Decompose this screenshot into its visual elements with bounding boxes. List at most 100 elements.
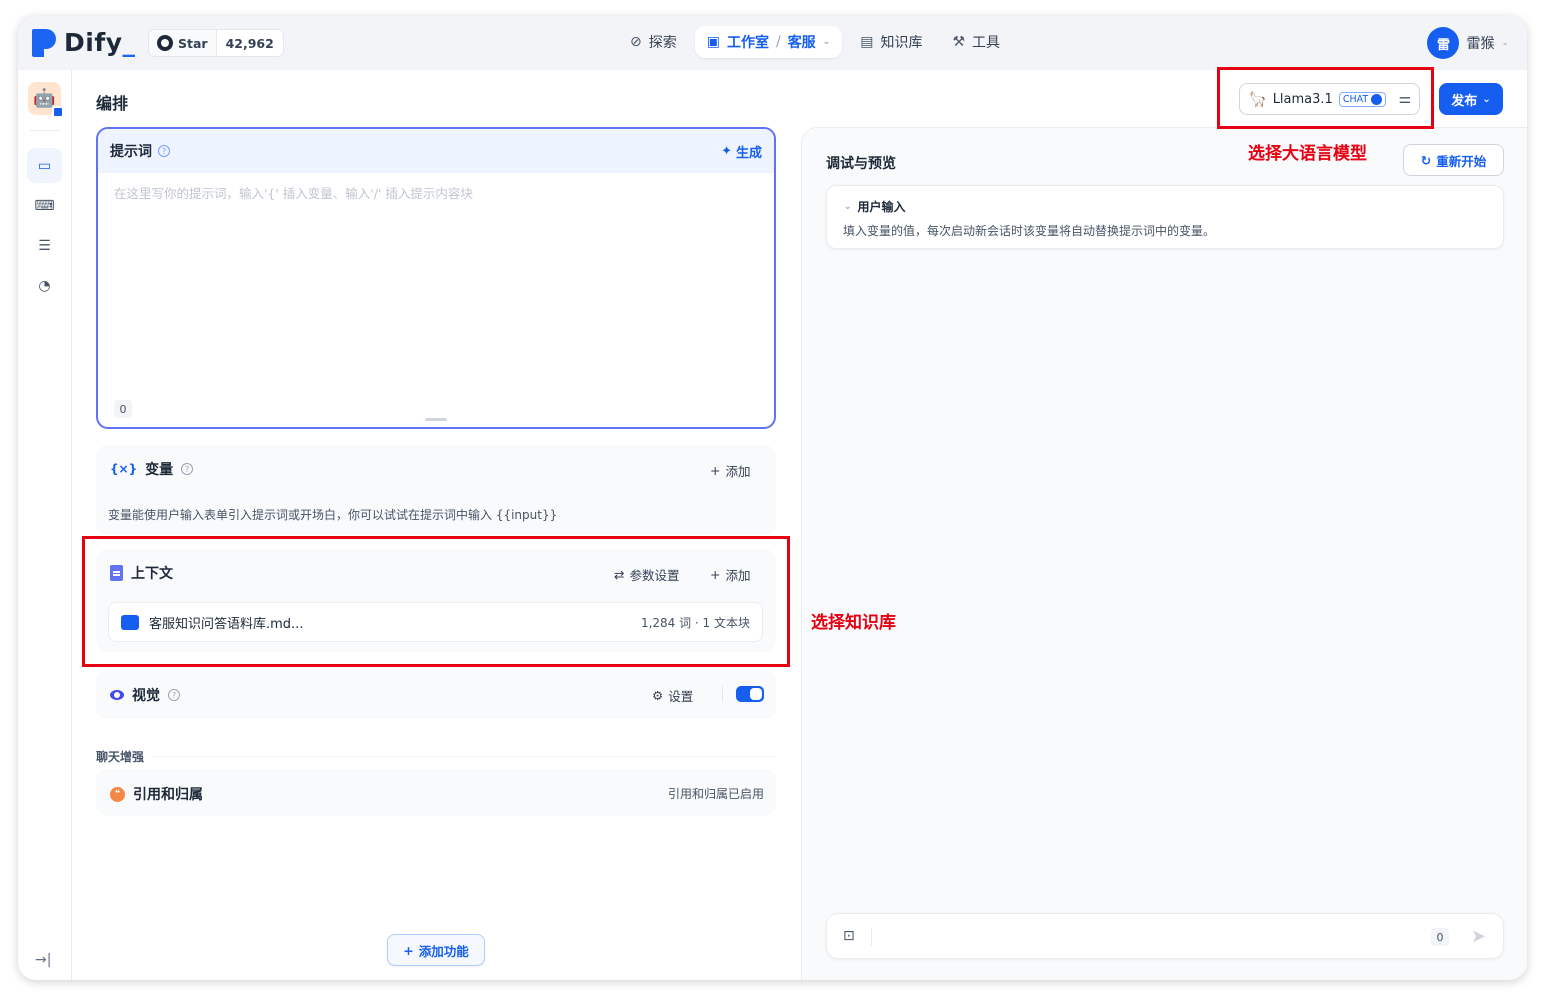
prompt-input[interactable]: 在这里写你的提示词，输入'{' 插入变量、输入'/' 插入提示内容块 xyxy=(114,183,473,202)
user-input-toggle[interactable]: ⌄ 用户输入 xyxy=(844,198,906,215)
variables-add-button[interactable]: + 添加 xyxy=(710,461,751,480)
user-menu[interactable]: 雷 雷猴 ⌄ xyxy=(1427,27,1509,59)
prompt-header: 提示词 ? ✦ 生成 xyxy=(98,129,774,173)
nav-knowledge[interactable]: ▤ 知识库 xyxy=(848,26,934,58)
sidebar-divider xyxy=(30,130,60,131)
vision-toggle[interactable] xyxy=(736,686,764,702)
github-star-widget[interactable]: Star 42,962 xyxy=(148,29,284,57)
restart-button[interactable]: ↻ 重新开始 xyxy=(1403,144,1504,176)
send-icon[interactable]: ➤ xyxy=(1471,926,1486,947)
prompt-char-count: 0 xyxy=(114,400,132,418)
generate-button[interactable]: ✦ 生成 xyxy=(721,142,762,161)
main-nav: ⊘ 探索 ▣ 工作室 / 客服 ⌄ ▤ 知识库 ⚒ 工具 xyxy=(618,26,1012,58)
chat-enhance-label: 聊天增强 xyxy=(96,748,144,765)
eye-icon xyxy=(110,690,124,700)
avatar: 雷 xyxy=(1427,27,1459,59)
quote-icon: ❝ xyxy=(110,787,125,802)
add-feature-button[interactable]: + 添加功能 xyxy=(387,934,485,966)
publish-label: 发布 xyxy=(1451,90,1477,109)
chat-input-box[interactable]: ⊡ 0 ➤ xyxy=(826,913,1504,959)
citation-panel: ❝ 引用和归属 引用和归属已启用 xyxy=(96,769,776,816)
chevron-down-icon: ⌄ xyxy=(1501,38,1509,48)
annotation-kb-text: 选择知识库 xyxy=(811,608,896,633)
debug-preview-panel: 调试与预览 ↻ 重新开始 ⌄ 用户输入 填入变量的值，每次启动新会话时该变量将自… xyxy=(801,127,1527,980)
help-icon[interactable]: ? xyxy=(168,689,180,701)
book-icon: ▤ xyxy=(860,34,873,50)
user-input-card: ⌄ 用户输入 填入变量的值，每次启动新会话时该变量将自动替换提示词中的变量。 xyxy=(826,185,1504,249)
terminal-icon: ⌨ xyxy=(34,198,54,214)
app-sidebar: 🤖 ▭ ⌨ ☰ ◔ →| xyxy=(18,70,72,980)
prompt-title: 提示词 xyxy=(110,141,152,161)
nav-knowledge-label: 知识库 xyxy=(880,32,922,52)
sidebar-item-orchestrate[interactable]: ▭ xyxy=(27,148,62,183)
nav-app-label[interactable]: 客服 xyxy=(788,32,816,52)
help-icon[interactable]: ? xyxy=(158,145,170,157)
github-star-count: 42,962 xyxy=(217,30,283,56)
hammer-icon: ⚒ xyxy=(952,34,965,50)
vision-settings-button[interactable]: ⚙设置 xyxy=(652,686,693,705)
collapse-sidebar-icon[interactable]: →| xyxy=(35,952,51,968)
user-name: 雷猴 xyxy=(1466,33,1494,53)
top-navigation: Dify_ Star 42,962 ⊘ 探索 ▣ 工作室 / 客服 ⌄ ▤ xyxy=(18,16,1527,70)
github-star-label: Star xyxy=(178,36,208,51)
restart-label: 重新开始 xyxy=(1436,151,1486,170)
dify-logo[interactable]: Dify_ xyxy=(32,28,136,57)
sidebar-item-monitoring[interactable]: ◔ xyxy=(27,268,62,303)
nav-tools[interactable]: ⚒ 工具 xyxy=(940,26,1012,58)
layout-icon: ▭ xyxy=(38,158,51,174)
dashboard-icon: ◔ xyxy=(38,278,50,294)
sidebar-item-api[interactable]: ⌨ xyxy=(27,188,62,223)
chevron-down-icon: ⌄ xyxy=(1482,94,1490,105)
file-list-icon: ☰ xyxy=(38,238,51,254)
vision-panel: 视觉 ? ⚙设置 xyxy=(96,670,776,719)
divider xyxy=(722,686,723,702)
annotation-box-model xyxy=(1217,67,1434,129)
image-upload-icon[interactable]: ⊡ xyxy=(843,928,855,944)
variables-add-label: 添加 xyxy=(725,461,750,480)
citation-title: 引用和归属 xyxy=(133,784,203,804)
github-icon xyxy=(157,35,173,51)
app-avatar[interactable]: 🤖 xyxy=(28,82,61,115)
app-window: Dify_ Star 42,962 ⊘ 探索 ▣ 工作室 / 客服 ⌄ ▤ xyxy=(18,16,1527,980)
nav-tools-label: 工具 xyxy=(972,32,1000,52)
variable-icon: {×} xyxy=(110,462,137,476)
resize-handle[interactable] xyxy=(425,418,447,421)
debug-title: 调试与预览 xyxy=(826,153,896,173)
generate-label: 生成 xyxy=(736,142,762,161)
dify-logo-mark xyxy=(32,29,56,57)
variables-panel: {×} 变量 ? +添加 变量能使用户输入表单引入提示词或开场白，你可以试试在提… xyxy=(96,445,776,535)
user-input-title: 用户输入 xyxy=(858,198,906,215)
refresh-icon: ↻ xyxy=(1421,153,1431,168)
citation-status: 引用和归属已启用 xyxy=(668,785,764,802)
vision-header: 视觉 ? xyxy=(110,685,180,705)
nav-studio[interactable]: ▣ 工作室 / 客服 ⌄ xyxy=(695,26,843,58)
publish-button[interactable]: 发布 ⌄ xyxy=(1439,83,1503,115)
divider xyxy=(871,928,872,946)
variables-title: 变量 xyxy=(145,459,173,479)
sparkle-icon: ✦ xyxy=(721,144,732,159)
nav-explore-label: 探索 xyxy=(649,32,677,52)
robot-icon: ▣ xyxy=(707,34,720,50)
citation-header: ❝ 引用和归属 xyxy=(110,784,203,804)
plus-icon: + xyxy=(710,463,720,478)
vision-title: 视觉 xyxy=(132,685,160,705)
annotation-model-text: 选择大语言模型 xyxy=(1248,139,1367,164)
plus-icon: + xyxy=(403,943,413,958)
chevron-down-icon: ⌄ xyxy=(844,202,852,212)
sidebar-item-logs[interactable]: ☰ xyxy=(27,228,62,263)
prompt-editor: 提示词 ? ✦ 生成 在这里写你的提示词，输入'{' 插入变量、输入'/' 插入提… xyxy=(96,127,776,429)
section-divider xyxy=(153,756,776,757)
vision-settings-label: 设置 xyxy=(668,686,693,705)
github-star-button[interactable]: Star xyxy=(149,30,217,56)
compass-icon: ⊘ xyxy=(630,34,642,50)
chevron-down-icon[interactable]: ⌄ xyxy=(823,37,831,47)
annotation-box-knowledge xyxy=(82,536,790,667)
dify-logo-text: Dify_ xyxy=(64,28,136,57)
help-icon[interactable]: ? xyxy=(181,463,193,475)
app-type-badge xyxy=(52,106,64,118)
nav-explore[interactable]: ⊘ 探索 xyxy=(618,26,689,58)
add-feature-label: 添加功能 xyxy=(419,941,469,960)
page-title: 编排 xyxy=(96,90,128,114)
nav-studio-label: 工作室 xyxy=(727,32,769,52)
user-input-description: 填入变量的值，每次启动新会话时该变量将自动替换提示词中的变量。 xyxy=(843,222,1215,239)
